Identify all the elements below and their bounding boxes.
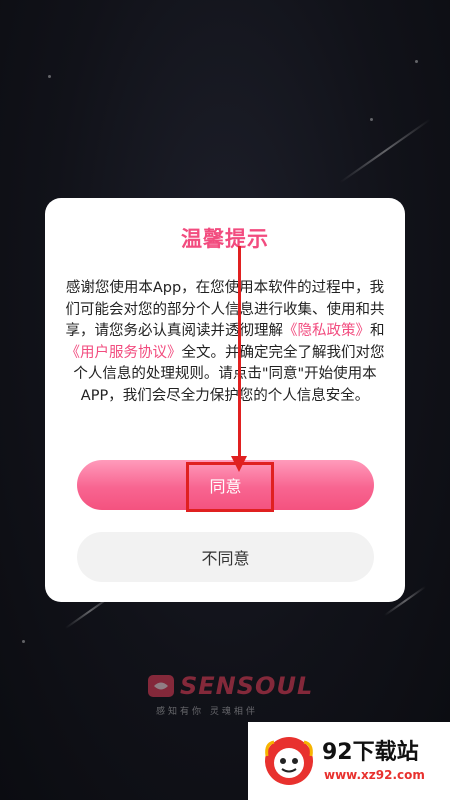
brand-logo-icon bbox=[148, 675, 174, 697]
background-star bbox=[48, 75, 51, 78]
watermark-title: 92下载站 bbox=[322, 740, 419, 765]
background-light-streak bbox=[339, 118, 431, 184]
annotation-highlight-box bbox=[186, 462, 274, 512]
body-text-and: 和 bbox=[370, 323, 385, 339]
annotation-arrow-line bbox=[238, 246, 241, 460]
background-star bbox=[370, 118, 373, 121]
privacy-policy-link[interactable]: 《隐私政策》 bbox=[283, 323, 370, 339]
brand-tagline: 感知有你 灵魂相伴 bbox=[156, 707, 258, 717]
brand-name: SENSOUL bbox=[180, 672, 314, 700]
watermark-logo-icon bbox=[262, 734, 316, 792]
dialog-title: 温馨提示 bbox=[181, 227, 269, 251]
background-brand: SENSOUL bbox=[148, 672, 313, 700]
disagree-button[interactable]: 不同意 bbox=[77, 532, 374, 582]
privacy-dialog: 温馨提示 感谢您使用本App，在您使用本软件的过程中，我们可能会对您的部分个人信… bbox=[45, 198, 405, 602]
watermark-url: www.xz92.com bbox=[324, 768, 425, 782]
background-star bbox=[415, 60, 418, 63]
dialog-body: 感谢您使用本App，在您使用本软件的过程中，我们可能会对您的部分个人信息进行收集… bbox=[65, 278, 385, 407]
user-agreement-link[interactable]: 《用户服务协议》 bbox=[66, 345, 182, 361]
background-star bbox=[22, 640, 25, 643]
watermark: 92下载站 www.xz92.com bbox=[248, 722, 450, 800]
